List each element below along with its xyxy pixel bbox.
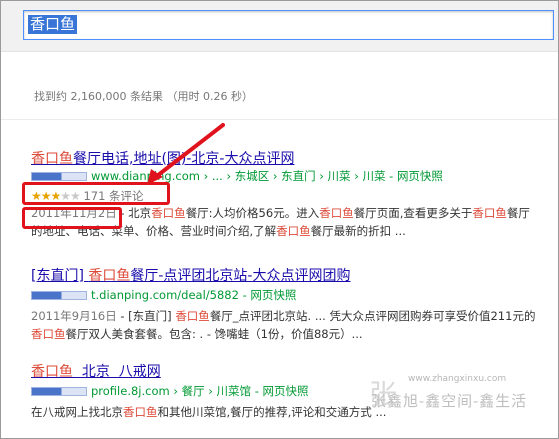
pagerank-bar: [31, 172, 87, 181]
search-result-2: [东直门] 香口鱼餐厅-点评团北京站-大众点评网团购 t.dianping.co…: [31, 267, 551, 343]
result-stats: 找到约 2,160,000 条结果 （用时 0.26 秒）: [34, 90, 253, 103]
result-url: profile.8j.com: [91, 384, 170, 398]
watermark-text: 张鑫旭-鑫空间-鑫生活: [371, 392, 528, 410]
result-title-link[interactable]: [东直门] 香口鱼餐厅-点评团北京站-大众点评网团购: [31, 267, 551, 285]
result-title-link[interactable]: 香口鱼餐厅电话,地址(图)-北京-大众点评网: [31, 150, 551, 168]
result-date: 2011年9月16日: [31, 309, 117, 323]
result-url: www.dianping.com: [91, 169, 200, 183]
search-input[interactable]: 香口鱼: [23, 10, 554, 40]
annotation-highlight-rating: [22, 182, 170, 205]
cache-link[interactable]: 网页快照: [250, 288, 296, 302]
result-url-row: t.dianping.com/deal/5882 - 网页快照: [31, 287, 551, 303]
cache-link[interactable]: 网页快照: [263, 384, 309, 398]
watermark-url: www.zhangxinxu.com: [408, 374, 507, 384]
result-breadcrumb: › ... › 东城区 › 东直门 › 川菜 › 川菜 -: [199, 169, 397, 183]
pagerank-bar: [31, 291, 87, 300]
result-url: t.dianping.com/deal/5882: [91, 288, 239, 302]
cache-link[interactable]: 网页快照: [397, 169, 443, 183]
divider: [1, 119, 558, 120]
search-query-selected-text[interactable]: 香口鱼: [28, 15, 78, 34]
result-snippet: 2011年9月16日 - [东直门] 香口鱼餐厅_点评团北京站. ... 凭大众…: [31, 309, 536, 341]
search-header: 香口鱼: [1, 1, 558, 52]
pagerank-bar: [31, 387, 87, 396]
annotation-highlight-date: [22, 207, 122, 229]
browser-frame: 香口鱼 找到约 2,160,000 条结果 （用时 0.26 秒） 香口鱼餐厅电…: [0, 0, 559, 439]
